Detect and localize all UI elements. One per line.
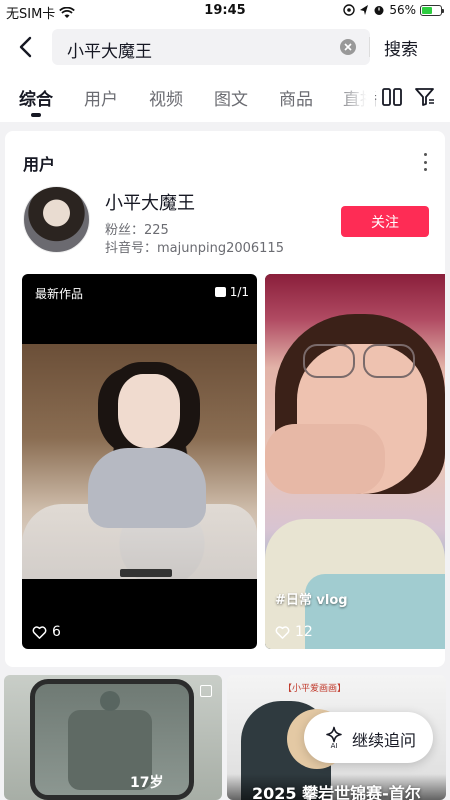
more-dot-icon: [423, 153, 427, 156]
image-count: 1/1: [229, 285, 249, 299]
gallery-icon: [200, 685, 212, 697]
latest-work-badge: 最新作品: [35, 287, 84, 301]
work-card[interactable]: #日常 vlog 12: [265, 274, 445, 649]
thumbnail-detail: [305, 574, 445, 649]
follower-count: 粉丝：225: [105, 223, 169, 238]
like-count: 6: [32, 624, 61, 640]
gallery-icon: [214, 287, 226, 297]
result-banner: 【小平爱画画】: [283, 684, 347, 694]
status-right: 56%: [343, 3, 444, 17]
thumbnail-detail: [363, 344, 415, 378]
tab-users[interactable]: 用户: [84, 85, 118, 110]
result-card[interactable]: 17岁: [4, 675, 222, 800]
status-bar: 无SIM卡 19:45 56%: [0, 0, 450, 22]
more-dot-icon: [423, 168, 427, 171]
heart-icon: [275, 625, 290, 639]
douyin-id: 抖音号：majunping2006115: [105, 241, 284, 256]
thumbnail-detail: [303, 344, 355, 378]
more-options-button[interactable]: [421, 153, 429, 171]
thumbnail-detail: [265, 424, 385, 494]
follow-button[interactable]: 关注: [341, 206, 429, 237]
search-submit-button[interactable]: 搜索: [384, 35, 418, 60]
ai-icon-text: AI: [331, 742, 338, 749]
tab-products[interactable]: 商品: [279, 85, 313, 110]
like-count: 12: [275, 624, 313, 640]
section-title: 用户: [23, 155, 56, 174]
battery-level-fill: [422, 6, 432, 14]
clear-search-button[interactable]: [340, 39, 356, 55]
search-input[interactable]: 小平大魔王: [52, 29, 370, 65]
result-caption: 17岁: [130, 775, 164, 791]
active-tab-indicator: [31, 113, 41, 117]
avatar[interactable]: [23, 186, 90, 253]
tab-bar: 综合 用户 视频 图文 商品 直播: [0, 72, 450, 122]
continue-asking-button[interactable]: AI 继续追问: [304, 712, 433, 763]
tab-comprehensive[interactable]: 综合: [19, 85, 53, 110]
battery-icon: [420, 4, 444, 16]
close-icon: [344, 43, 352, 51]
latest-work-card[interactable]: 最新作品 1/1 6: [22, 274, 257, 649]
tab-image-text[interactable]: 图文: [214, 85, 248, 110]
work-thumbnail: [22, 344, 257, 579]
ai-sparkle-icon: AI: [326, 726, 342, 749]
result-title: 2025 攀岩世锦赛-首尔: [252, 784, 421, 800]
screen-lock-icon: [343, 4, 356, 16]
continue-asking-label: 继续追问: [352, 731, 417, 750]
thumbnail-detail: [100, 691, 120, 711]
like-count-value: 6: [52, 624, 61, 640]
search-divider: [369, 37, 370, 57]
back-button[interactable]: [10, 32, 40, 62]
tab-videos[interactable]: 视频: [149, 85, 183, 110]
location-icon: [360, 5, 369, 15]
thumbnail-detail: [120, 569, 172, 577]
tab-overflow-fade: [335, 80, 375, 116]
work-caption: #日常 vlog: [275, 593, 348, 608]
image-count-badge: 1/1: [214, 285, 249, 299]
filter-icon[interactable]: [414, 86, 436, 108]
chevron-left-icon: [19, 36, 32, 58]
layout-toggle-icon[interactable]: [381, 86, 403, 108]
search-query-text: 小平大魔王: [67, 42, 152, 62]
search-header: 小平大魔王 搜索: [0, 22, 450, 72]
heart-icon: [32, 625, 47, 639]
more-dot-icon: [423, 160, 427, 164]
alarm-icon: [374, 6, 384, 15]
like-count-value: 12: [295, 624, 313, 640]
thumbnail-detail: [88, 448, 206, 528]
battery-percent: 56%: [389, 3, 416, 17]
user-result-card: 用户 小平大魔王 粉丝：225 抖音号：majunping2006115 关注 …: [5, 131, 445, 667]
user-name[interactable]: 小平大魔王: [105, 189, 195, 215]
thumbnail-detail: [118, 374, 180, 448]
